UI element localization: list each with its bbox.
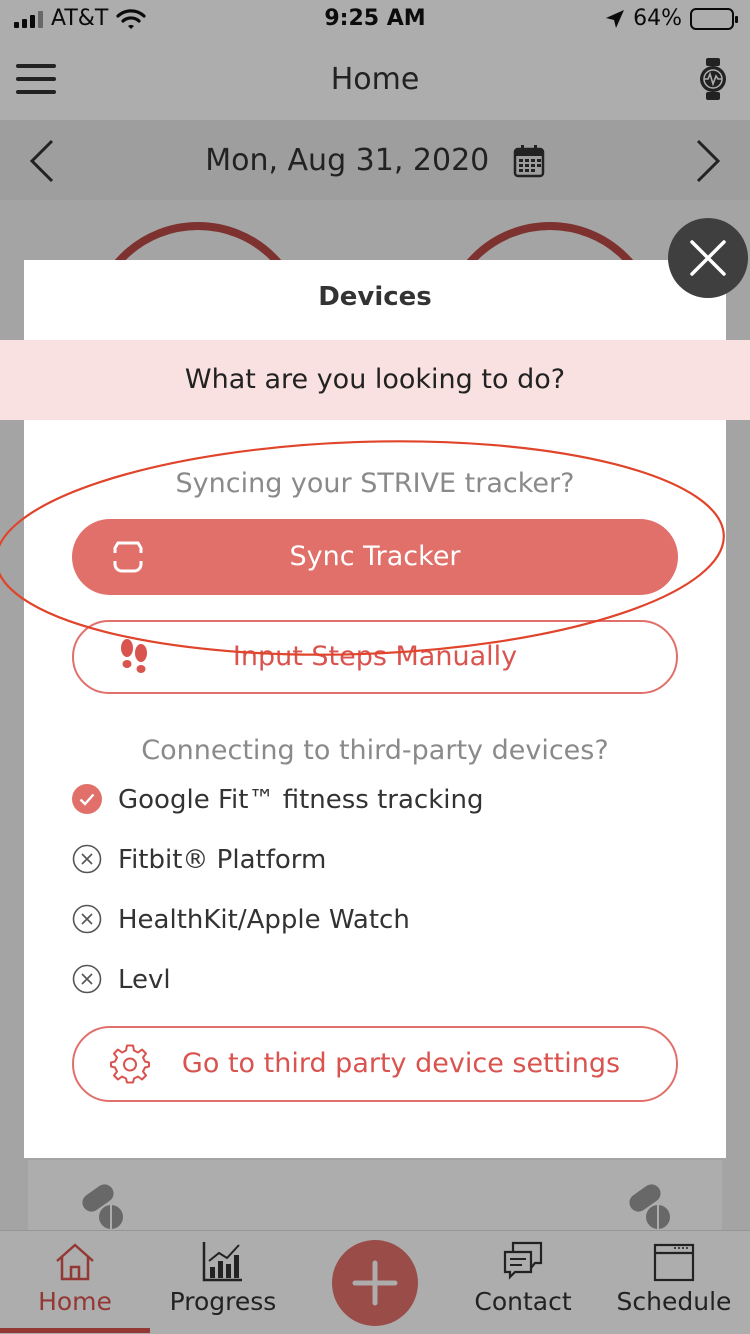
third-party-section-title: Connecting to third-party devices? xyxy=(141,735,609,766)
modal-title: Devices xyxy=(318,282,432,312)
x-circle-icon xyxy=(72,904,102,934)
strive-section-title: Syncing your STRIVE tracker? xyxy=(175,468,575,499)
device-label: Levl xyxy=(118,965,171,995)
tracker-icon xyxy=(113,541,143,573)
device-settings-button[interactable]: Go to third party device settings xyxy=(72,1026,678,1102)
close-button[interactable] xyxy=(668,218,748,298)
gear-icon xyxy=(110,1044,150,1084)
input-steps-label: Input Steps Manually xyxy=(232,641,518,672)
device-label: Fitbit® Platform xyxy=(118,845,327,875)
footprints-icon xyxy=(121,639,147,673)
x-circle-icon xyxy=(72,844,102,874)
input-steps-button[interactable]: Input Steps Manually xyxy=(72,620,678,694)
sync-tracker-button[interactable]: Sync Tracker xyxy=(72,519,678,595)
device-label: Google Fit™ fitness tracking xyxy=(118,785,484,815)
x-circle-icon xyxy=(72,964,102,994)
checkmark-icon xyxy=(72,784,102,814)
sync-tracker-label: Sync Tracker xyxy=(289,541,461,572)
device-label: HealthKit/Apple Watch xyxy=(118,905,410,935)
close-icon xyxy=(690,240,726,276)
prompt-banner: What are you looking to do? xyxy=(0,340,750,420)
device-settings-label: Go to third party device settings xyxy=(181,1048,621,1079)
